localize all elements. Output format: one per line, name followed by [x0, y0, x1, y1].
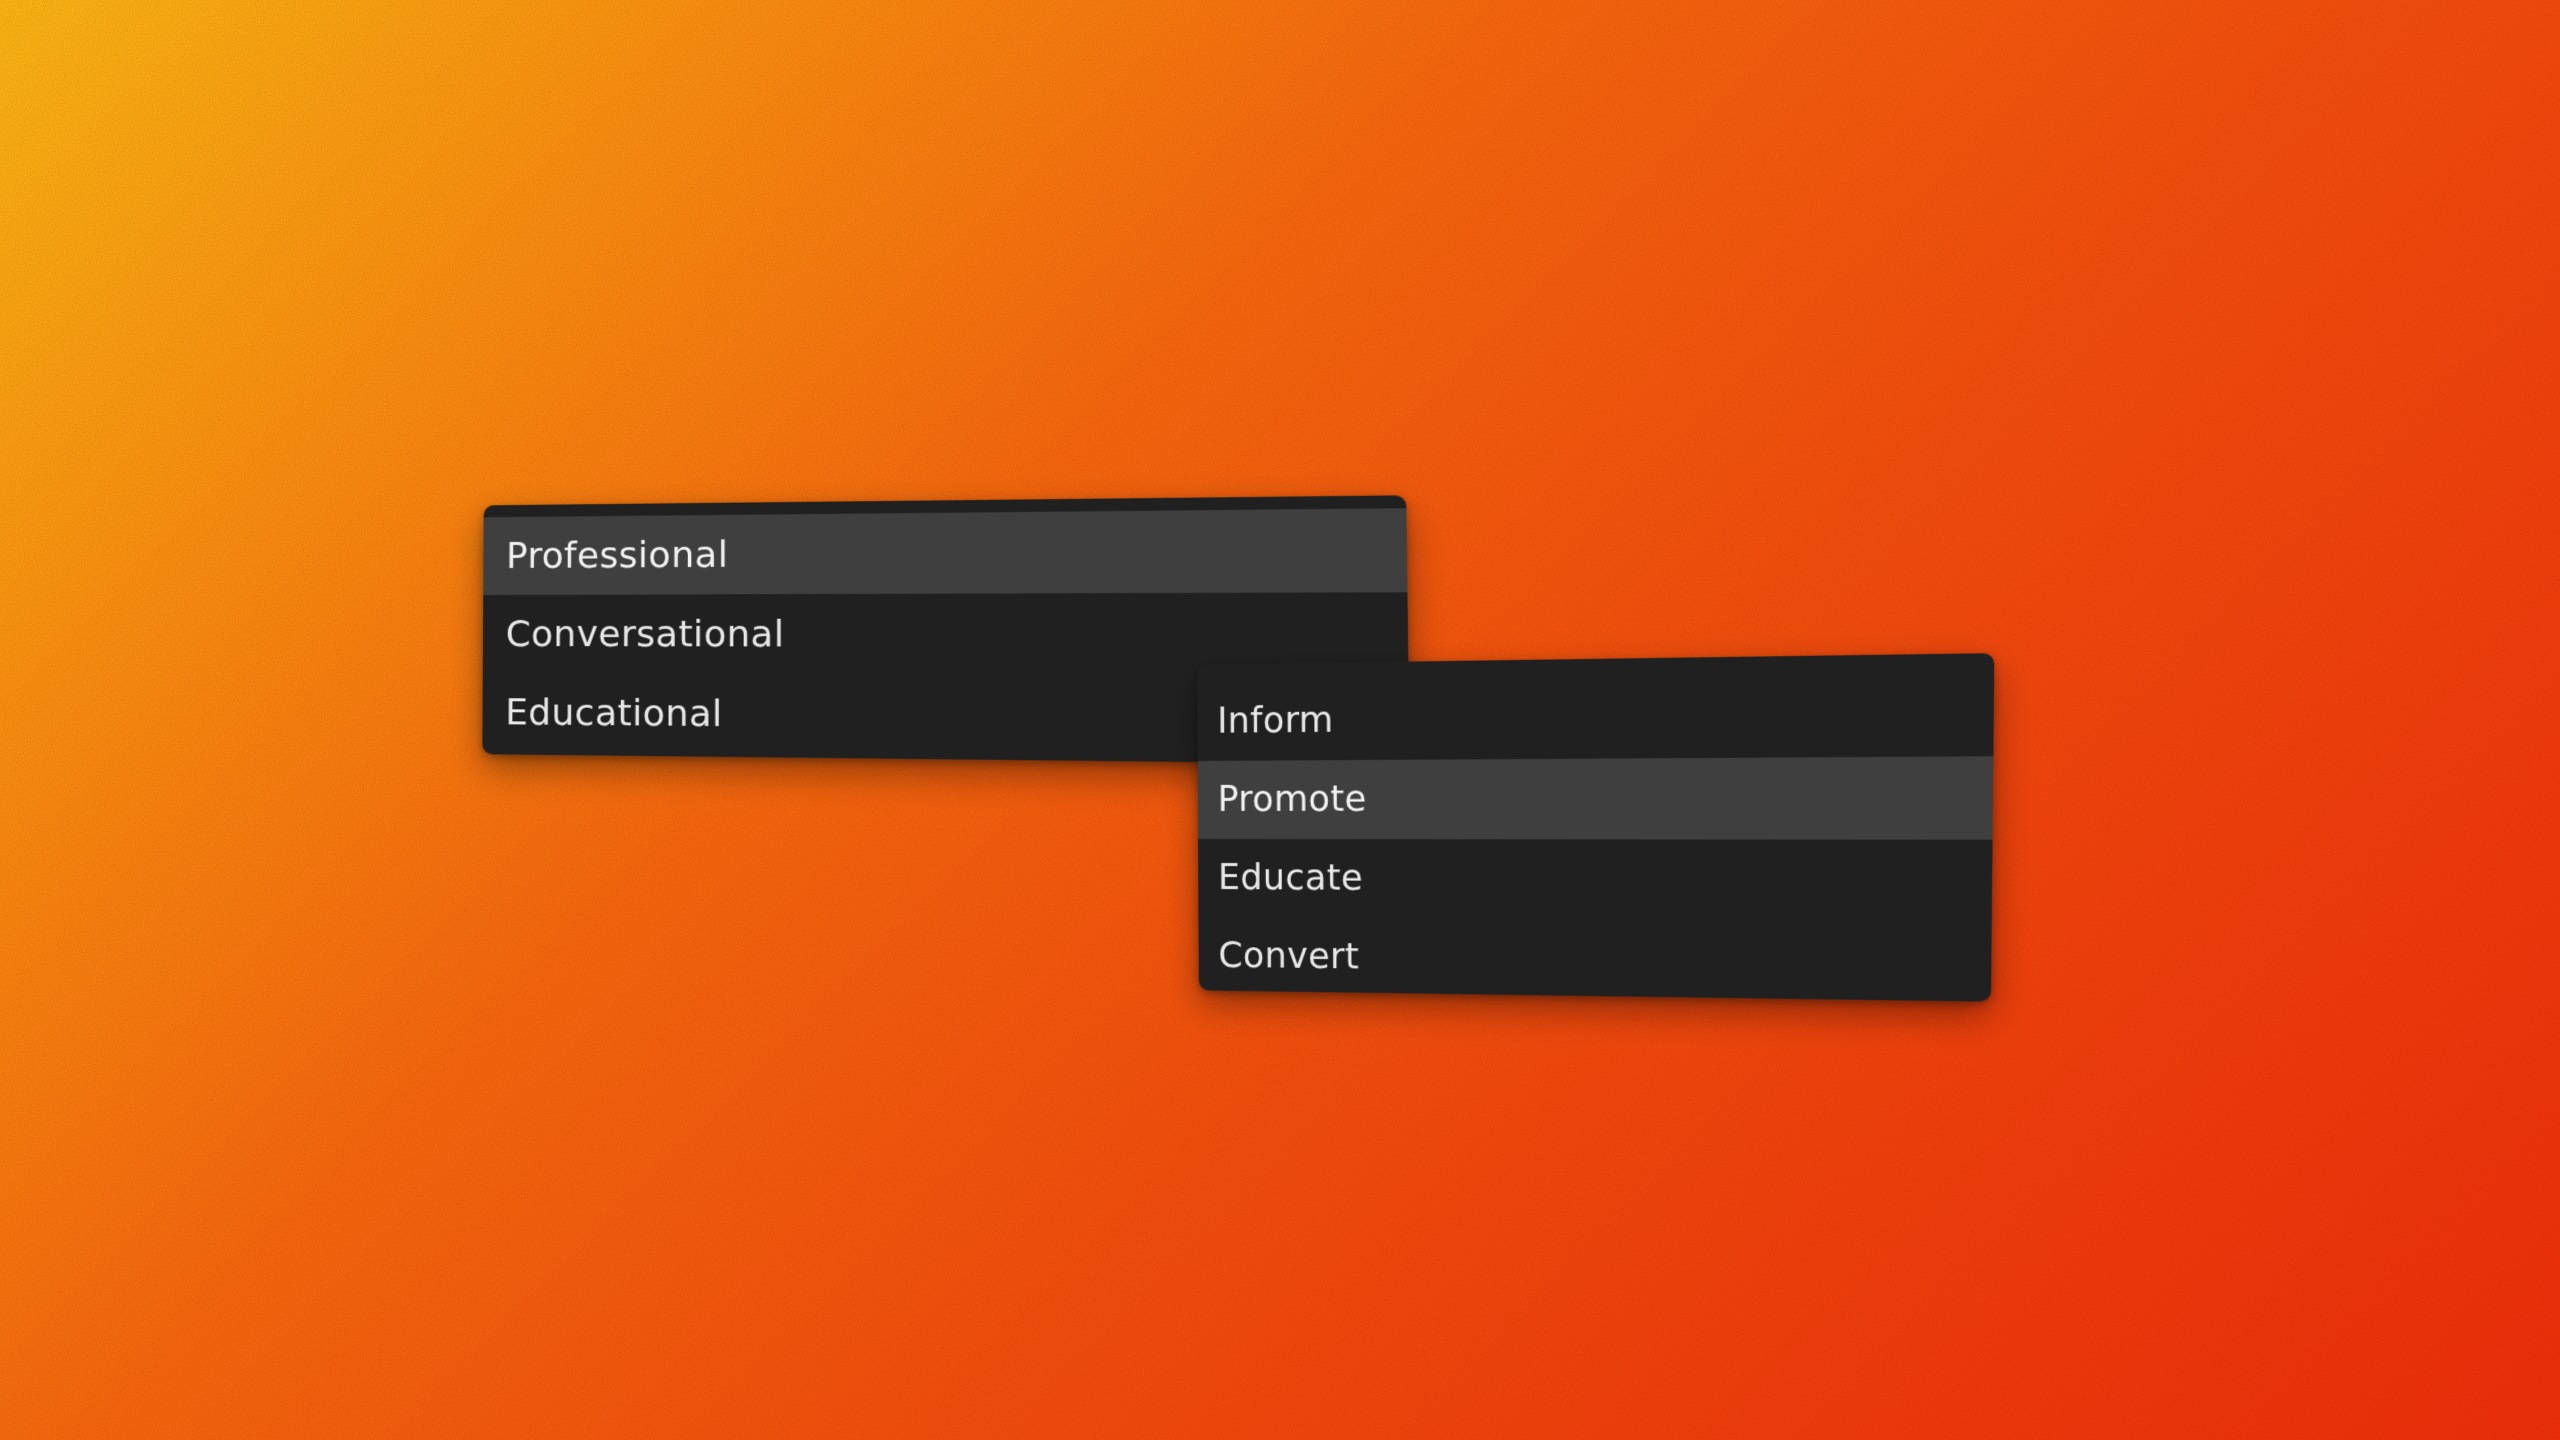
goal-menu: Inform Promote Educate Convert [1197, 653, 1995, 1002]
menu-item-label: Educational [505, 691, 723, 735]
menu-item-inform[interactable]: Inform [1197, 672, 1994, 760]
menu-item-label: Promote [1217, 779, 1367, 820]
menu-item-convert[interactable]: Convert [1198, 917, 1991, 1002]
menu-item-label: Professional [506, 533, 729, 577]
menu-item-promote[interactable]: Promote [1197, 756, 1994, 840]
menu-item-label: Inform [1217, 700, 1334, 742]
menu-item-label: Convert [1218, 935, 1360, 978]
menu-item-label: Conversational [505, 613, 785, 656]
menu-item-educate[interactable]: Educate [1198, 839, 1993, 923]
menu-item-professional[interactable]: Professional [483, 508, 1408, 596]
menu-item-label: Educate [1217, 858, 1364, 899]
